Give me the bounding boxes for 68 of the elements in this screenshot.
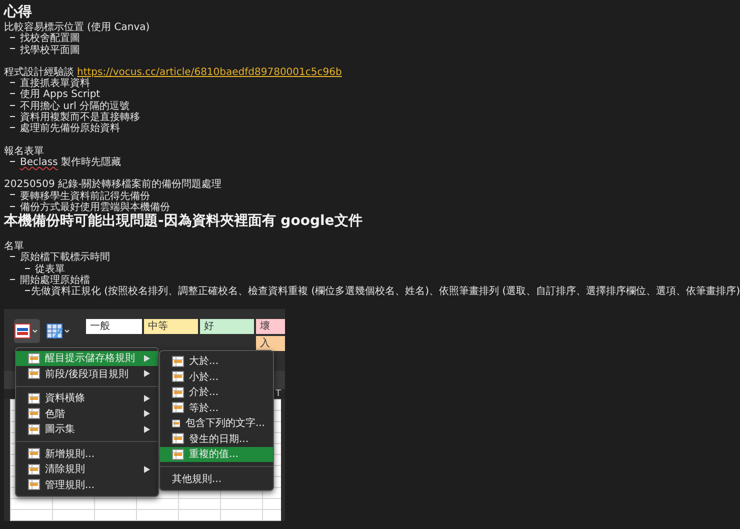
cell-style[interactable]: 中等 [144, 318, 198, 334]
page-title: 心得 [4, 3, 33, 22]
bullet-dash [10, 278, 15, 280]
bullet-dash [10, 82, 15, 83]
paragraph-text: 程式設計經驗談 [4, 66, 74, 78]
menu-item[interactable]: 包含下列的文字... [160, 416, 273, 432]
cell-style[interactable]: 壞 [256, 318, 285, 334]
list-item-text: 開始處理原始檔 [20, 275, 90, 286]
rule-icon [28, 352, 40, 364]
bullet-dash [10, 48, 15, 50]
menu-item[interactable]: 資料橫條 [16, 390, 158, 406]
menu-item[interactable]: 其他規則... [160, 471, 273, 487]
bullet-dash [25, 268, 30, 269]
cell-style[interactable]: 好 [200, 318, 254, 334]
menu-item[interactable]: 管理規則... [16, 477, 158, 493]
menu-item[interactable]: 新增規則... [16, 446, 158, 462]
list-item-text: 使用 Apps Script [20, 89, 100, 100]
bullet-dash [25, 290, 30, 292]
list-item-text: 找校舍配置圖 [20, 33, 80, 44]
list-item-text: 直接抓表單資料 [20, 78, 90, 90]
menu-item[interactable]: 小於... [160, 369, 273, 385]
list-item-text: 製作時先隱藏 [60, 156, 121, 168]
heading: 本機備份時可能出現問題-因為資料夾裡面有 google文件 [4, 213, 364, 230]
menu-item[interactable]: 清除規則 [16, 462, 158, 478]
cell-style[interactable]: 一般 [86, 318, 142, 334]
rule-icon [28, 408, 40, 420]
list-item-text: 要轉移學生資料前記得先備份 [20, 190, 150, 202]
bullet-dash [10, 160, 15, 162]
bullet-dash [10, 93, 15, 94]
menu-item[interactable]: 等於... [160, 400, 273, 416]
list-item-text: 原始檔下載標示時間 [20, 252, 110, 264]
list-item-text: 備份方式最好使用雲端與本機備份 [20, 202, 170, 213]
bullet-dash [10, 104, 15, 106]
rule-icon [28, 368, 40, 380]
column-header: T [276, 388, 281, 399]
rule-icon [28, 392, 40, 404]
rule-icon [28, 448, 40, 460]
misspelled-word: Beclass [20, 156, 58, 168]
rule-icon [28, 424, 40, 435]
paragraph-text: 名單 [4, 241, 24, 252]
menu-item[interactable]: 色階 [16, 406, 158, 422]
menu-item[interactable]: 介於... [160, 384, 273, 400]
bullet-dash [10, 206, 15, 207]
list-item-text: 先做資料正規化 (按照校名排列、調整正確校名、檢查資料重複 (欄位多選幾個校名、姓名)、依照筆畫排列 (選取、自訂排序、選擇排序欄位、選項、依筆畫排序) [30, 286, 740, 298]
bullet-dash [10, 256, 15, 258]
menu-item[interactable]: 前段/後段項目規則 [16, 366, 158, 382]
paragraph-text: 比較容易標示位置 (使用 Canva) [4, 22, 150, 33]
bullet-dash [10, 127, 15, 128]
conditional-format-button[interactable] [14, 318, 40, 343]
menu-item[interactable]: 圖示集 [16, 422, 158, 438]
menu-item[interactable]: 大於... [160, 354, 273, 370]
menu-item[interactable]: 重複的值... [160, 446, 273, 462]
rule-icon [28, 464, 40, 475]
rule-icon [28, 479, 40, 490]
menu-item[interactable]: 醒目提示儲存格規則 [16, 350, 158, 366]
list-item-text: 處理前先備份原始資料 [20, 123, 120, 135]
bullet-dash [10, 37, 15, 38]
cell-style[interactable]: 入 [256, 336, 285, 351]
bullet-dash [10, 194, 15, 196]
list-item-text: 不用擔心 url 分隔的逗號 [20, 100, 130, 112]
list-item-text: 找學校平面圖 [20, 44, 80, 56]
paragraph-text: 報名表單 [4, 146, 44, 157]
paragraph-text: 20250509 紀錄-關於轉移檔案前的備份問題處理 [4, 179, 222, 190]
menu-item[interactable]: 發生的日期... [160, 431, 273, 447]
bullet-dash [10, 116, 15, 117]
article-link[interactable]: https://vocus.cc/article/6810baedfd89780001c5c96b [77, 66, 342, 78]
list-item-text: 從表單 [35, 264, 65, 275]
list-item-text: 資料用複製而不是直接轉移 [20, 112, 140, 124]
